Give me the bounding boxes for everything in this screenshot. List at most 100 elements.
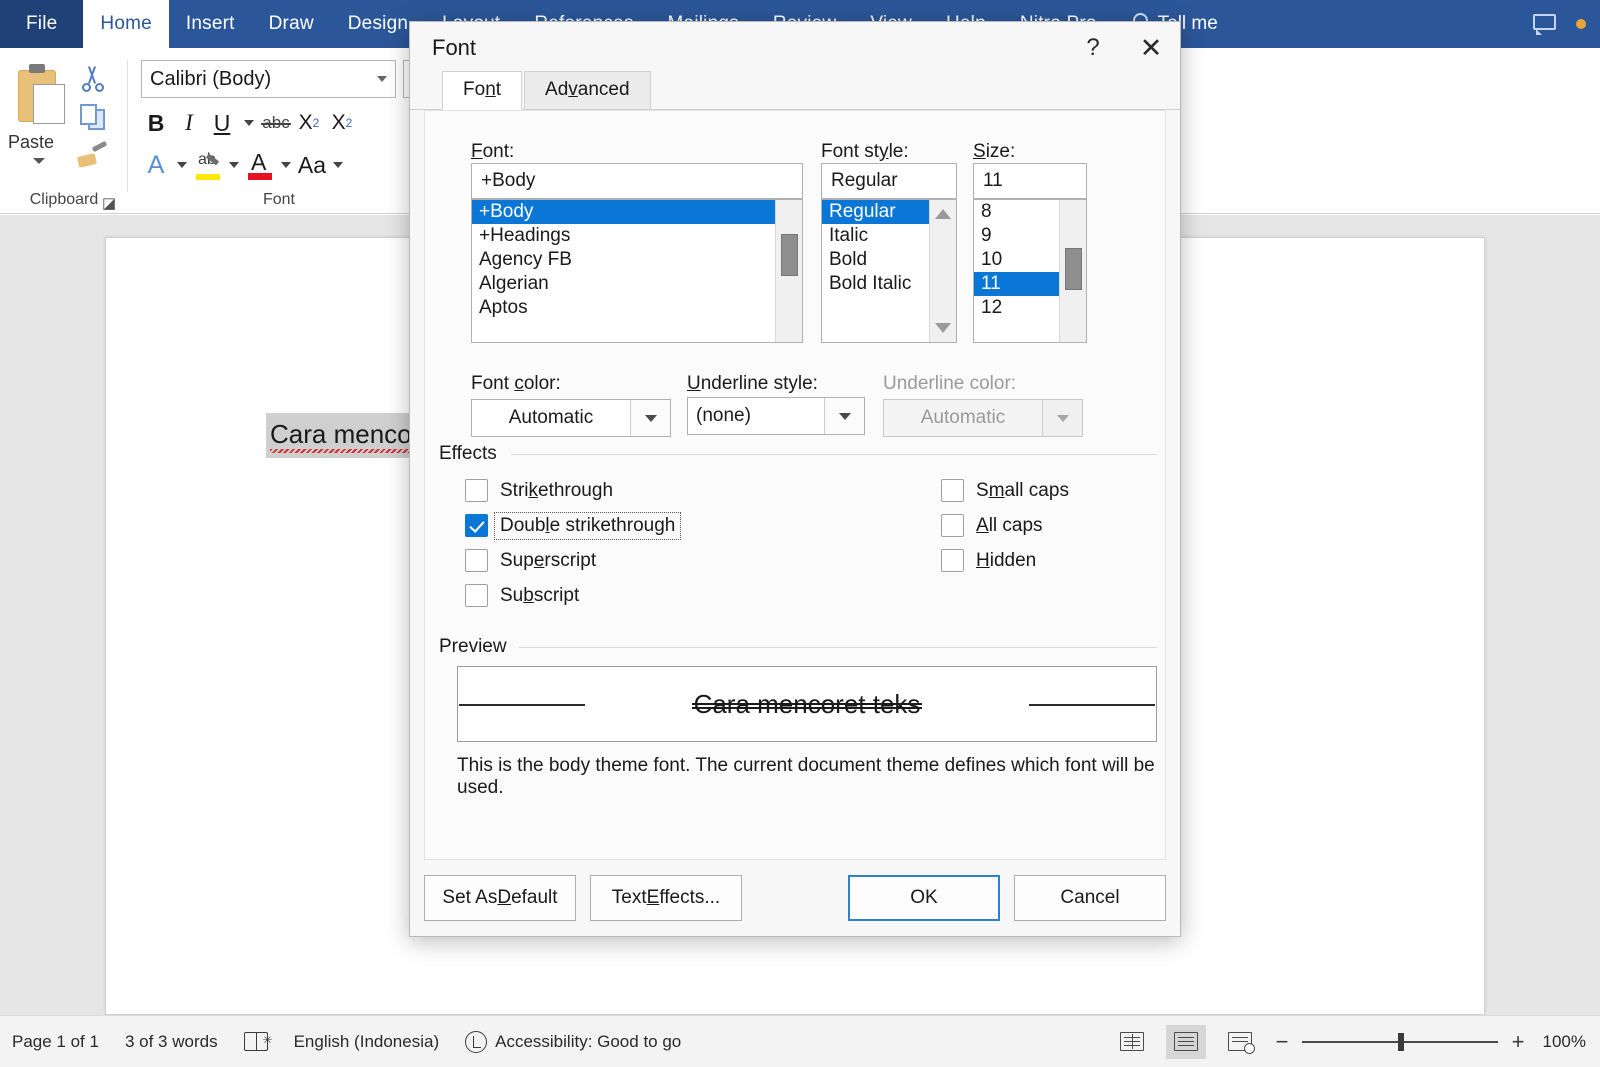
chevron-down-icon[interactable]	[824, 398, 864, 434]
text-effects-button[interactable]: Text Effects...	[590, 875, 742, 921]
font-style-list-item[interactable]: Italic	[822, 224, 929, 248]
zoom-slider[interactable]	[1302, 1033, 1498, 1051]
cut-scissors-icon[interactable]	[80, 66, 106, 92]
checkbox-hidden[interactable]: Hidden	[941, 549, 1036, 572]
status-word-count[interactable]: 3 of 3 words	[125, 1032, 218, 1052]
checkbox-double-strikethrough[interactable]: Double strikethrough	[465, 514, 675, 537]
font-list-item[interactable]: +Headings	[472, 224, 775, 248]
help-icon[interactable]: ?	[1064, 22, 1122, 74]
checkbox-box-icon[interactable]	[465, 549, 488, 572]
font-style-list-scrollbar[interactable]	[929, 200, 956, 342]
bold-button[interactable]: B	[141, 106, 171, 140]
tab-advanced[interactable]: Advanced	[524, 71, 651, 109]
text-highlight-color-icon[interactable]: ab	[193, 148, 223, 182]
checkbox-label: Subscript	[500, 585, 579, 607]
close-icon[interactable]: ✕	[1122, 22, 1180, 74]
font-style-list-item[interactable]: Regular	[822, 200, 929, 224]
ribbon-tab-draw[interactable]: Draw	[252, 0, 331, 48]
text-effects-chevron-down-icon[interactable]	[173, 148, 191, 182]
font-style-list-item[interactable]: Bold	[822, 248, 929, 272]
font-style-list[interactable]: Regular Italic Bold Bold Italic	[821, 199, 957, 343]
zoom-slider-thumb[interactable]	[1398, 1033, 1404, 1051]
font-size-list-item[interactable]: 11	[974, 272, 1059, 296]
subscript-label: X	[299, 111, 313, 135]
checkbox-box-icon[interactable]	[465, 479, 488, 502]
checkbox-subscript[interactable]: Subscript	[465, 584, 579, 607]
font-name-input[interactable]: +Body	[471, 163, 803, 199]
status-language[interactable]: English (Indonesia)	[294, 1032, 440, 1052]
font-size-list-item[interactable]: 9	[974, 224, 1059, 248]
cancel-button[interactable]: Cancel	[1014, 875, 1166, 921]
checkbox-small-caps[interactable]: Small caps	[941, 479, 1069, 502]
view-print-layout-button[interactable]	[1166, 1025, 1206, 1059]
font-list-item[interactable]: +Body	[472, 200, 775, 224]
font-size-list[interactable]: 8 9 10 11 12	[973, 199, 1087, 343]
font-size-scrollbar-thumb[interactable]	[1065, 248, 1082, 290]
ribbon-tab-home[interactable]: Home	[83, 0, 168, 48]
font-name-combobox[interactable]: Calibri (Body)	[141, 60, 396, 98]
copy-icon[interactable]	[80, 104, 108, 132]
chevron-down-icon[interactable]	[630, 400, 670, 436]
scroll-down-arrow-icon[interactable]	[935, 323, 951, 333]
checkbox-superscript[interactable]: Superscript	[465, 549, 596, 572]
zoom-level-label[interactable]: 100%	[1538, 1032, 1586, 1052]
status-proofing[interactable]: ✳	[244, 1032, 268, 1051]
font-style-input[interactable]: Regular	[821, 163, 957, 199]
font-color-icon[interactable]: A	[245, 148, 275, 182]
tab-font[interactable]: Font	[442, 71, 522, 110]
strikethrough-button[interactable]: abc	[261, 106, 291, 140]
set-as-default-button[interactable]: Set As Default	[424, 875, 576, 921]
font-style-list-item[interactable]: Bold Italic	[822, 272, 929, 296]
font-size-list-item[interactable]: 12	[974, 296, 1059, 320]
checkbox-box-icon[interactable]	[465, 514, 488, 537]
font-size-input[interactable]: 11	[973, 163, 1087, 199]
checkbox-box-icon[interactable]	[941, 514, 964, 537]
highlight-chevron-down-icon[interactable]	[225, 148, 243, 182]
change-case-button[interactable]: Aa	[297, 148, 327, 182]
font-list[interactable]: +Body +Headings Agency FB Algerian Aptos	[471, 199, 803, 343]
font-size-list-item[interactable]: 8	[974, 200, 1059, 224]
label-font: Font:	[471, 141, 514, 163]
subscript-button[interactable]: X2	[294, 106, 324, 140]
checkbox-box-icon[interactable]	[465, 584, 488, 607]
effects-section-title: Effects	[439, 443, 507, 465]
underline-style-dropdown[interactable]: (none)	[687, 397, 865, 435]
zoom-out-button[interactable]: −	[1274, 1029, 1290, 1055]
scroll-up-arrow-icon[interactable]	[935, 209, 951, 219]
font-color-dropdown[interactable]: Automatic	[471, 399, 671, 437]
superscript-button[interactable]: X2	[327, 106, 357, 140]
font-size-list-item[interactable]: 10	[974, 248, 1059, 272]
view-web-layout-button[interactable]	[1220, 1025, 1260, 1059]
font-list-scrollbar-thumb[interactable]	[781, 234, 798, 276]
font-size-list-scrollbar[interactable]	[1059, 200, 1086, 342]
paste-dropdown-chevron-icon[interactable]	[33, 158, 45, 164]
checkbox-box-icon[interactable]	[941, 479, 964, 502]
status-page-number[interactable]: Page 1 of 1	[12, 1032, 99, 1052]
view-read-mode-button[interactable]	[1112, 1025, 1152, 1059]
underline-dropdown-chevron-icon[interactable]	[240, 106, 258, 140]
text-effects-icon[interactable]: A	[141, 148, 171, 182]
underline-button[interactable]: U	[207, 106, 237, 140]
checkbox-box-icon[interactable]	[941, 549, 964, 572]
checkbox-all-caps[interactable]: All caps	[941, 514, 1043, 537]
font-list-item[interactable]: Algerian	[472, 272, 775, 296]
checkbox-strikethrough[interactable]: Strikethrough	[465, 479, 613, 502]
zoom-in-button[interactable]: +	[1510, 1029, 1526, 1055]
format-painter-icon[interactable]	[78, 144, 108, 170]
label-font-style: Font style:	[821, 141, 909, 163]
paste-icon[interactable]	[18, 62, 72, 128]
font-color-chevron-down-icon[interactable]	[277, 148, 295, 182]
ribbon-tab-file[interactable]: File	[0, 0, 83, 48]
font-list-scrollbar[interactable]	[775, 200, 802, 342]
comments-icon[interactable]	[1533, 14, 1556, 34]
ok-button[interactable]: OK	[848, 875, 1000, 921]
italic-button[interactable]: I	[174, 106, 204, 140]
status-bar-left: Page 1 of 1 3 of 3 words ✳ English (Indo…	[0, 1031, 681, 1053]
status-accessibility[interactable]: Accessibility: Good to go	[465, 1031, 681, 1053]
ribbon-tab-insert[interactable]: Insert	[169, 0, 252, 48]
font-preview-sample: Cara mencoret teks	[682, 689, 933, 720]
font-list-item[interactable]: Aptos	[472, 296, 775, 320]
change-case-chevron-down-icon[interactable]	[329, 148, 347, 182]
font-list-item[interactable]: Agency FB	[472, 248, 775, 272]
status-bar: Page 1 of 1 3 of 3 words ✳ English (Indo…	[0, 1015, 1600, 1067]
